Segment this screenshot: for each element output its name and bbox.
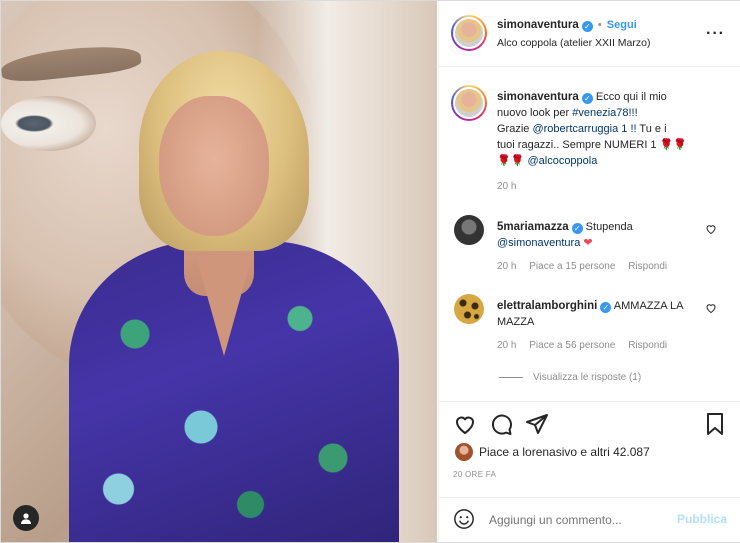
comment-text: Stupenda (585, 221, 633, 233)
comment-username[interactable]: elettralamborghini (497, 300, 597, 312)
post-time[interactable]: 20 ORE FA (453, 470, 740, 479)
caption-line4: tuoi ragazzi.. Sempre NUMERI 1 🌹🌹 (497, 139, 688, 151)
mention-link[interactable]: @robertcarruggia 1 !! (532, 123, 636, 135)
verified-icon: ✓ (581, 93, 593, 104)
caption-username[interactable]: simonaventura (497, 91, 579, 103)
comment-icon[interactable] (489, 412, 513, 436)
follow-button[interactable]: Segui (607, 19, 637, 31)
instagram-post: simonaventura ✓ • Segui Alco coppola (ate… (0, 0, 740, 543)
verified-icon: ✓ (581, 21, 593, 32)
bookmark-icon[interactable] (703, 412, 727, 436)
caption-time[interactable]: 20 h (497, 179, 727, 195)
likes-row: Piace a lorenasivo e altri 42.087 (439, 443, 740, 461)
commenter-avatar[interactable] (454, 294, 484, 324)
mention-link-2[interactable]: @alcocoppola (527, 155, 597, 167)
hashtag-link[interactable]: #venezia78!!! (572, 107, 637, 119)
header-username[interactable]: simonaventura (497, 19, 579, 31)
verified-icon: ✓ (571, 223, 583, 234)
heart-icon[interactable] (705, 223, 717, 235)
dot-separator: • (597, 19, 602, 31)
comment-username[interactable]: 5mariamazza (497, 221, 569, 233)
caption-line1: Ecco qui il mio (595, 91, 667, 103)
caption-avatar[interactable] (451, 85, 487, 121)
red-heart-emoji: ❤ (583, 237, 593, 249)
rose-icons: 🌹🌹 (497, 155, 525, 167)
author-avatar[interactable] (451, 15, 487, 51)
view-replies-button[interactable]: Visualizza le risposte (1) (533, 372, 641, 383)
verified-icon: ✓ (600, 302, 612, 313)
comment-likes[interactable]: Piace a 15 persone (529, 261, 615, 272)
location-link[interactable]: Alco coppola (atelier XXII Marzo) (497, 37, 650, 49)
comment-input[interactable] (489, 510, 669, 530)
heart-icon[interactable] (705, 302, 717, 314)
caption-line3-prefix: Grazie (497, 123, 533, 135)
publish-button[interactable]: Pubblica (677, 512, 727, 526)
share-icon[interactable] (525, 412, 549, 436)
comment-time[interactable]: 20 h (497, 340, 516, 351)
heart-icon[interactable] (453, 412, 477, 436)
comment-likes[interactable]: Piace a 56 persone (529, 340, 615, 351)
emoji-icon[interactable] (453, 508, 475, 530)
dress-neckline (196, 256, 252, 356)
post-header: simonaventura ✓ • Segui Alco coppola (ate… (439, 1, 740, 67)
caption-line2: nuovo look per (497, 107, 573, 119)
user-tag-icon[interactable] (13, 505, 39, 531)
subject-face (159, 96, 269, 236)
comment-mention[interactable]: @simonaventura (497, 237, 580, 249)
background-eye (1, 96, 96, 151)
comment-box: Pubblica (439, 497, 740, 542)
reply-button[interactable]: Rispondi (628, 261, 667, 272)
likes-text[interactable]: Piace a lorenasivo e altri 42.087 (479, 445, 650, 459)
reply-button[interactable]: Rispondi (628, 340, 667, 351)
liker-avatar[interactable] (455, 443, 473, 461)
caption-line3-suffix: Tu e i (636, 123, 667, 135)
post-photo[interactable] (1, 1, 437, 542)
comment-time[interactable]: 20 h (497, 261, 516, 272)
action-bar (439, 401, 740, 445)
commenter-avatar[interactable] (454, 215, 484, 245)
post-side-panel: simonaventura ✓ • Segui Alco coppola (ate… (438, 1, 740, 542)
replies-divider (499, 376, 523, 378)
more-icon[interactable]: ··· (706, 25, 725, 43)
